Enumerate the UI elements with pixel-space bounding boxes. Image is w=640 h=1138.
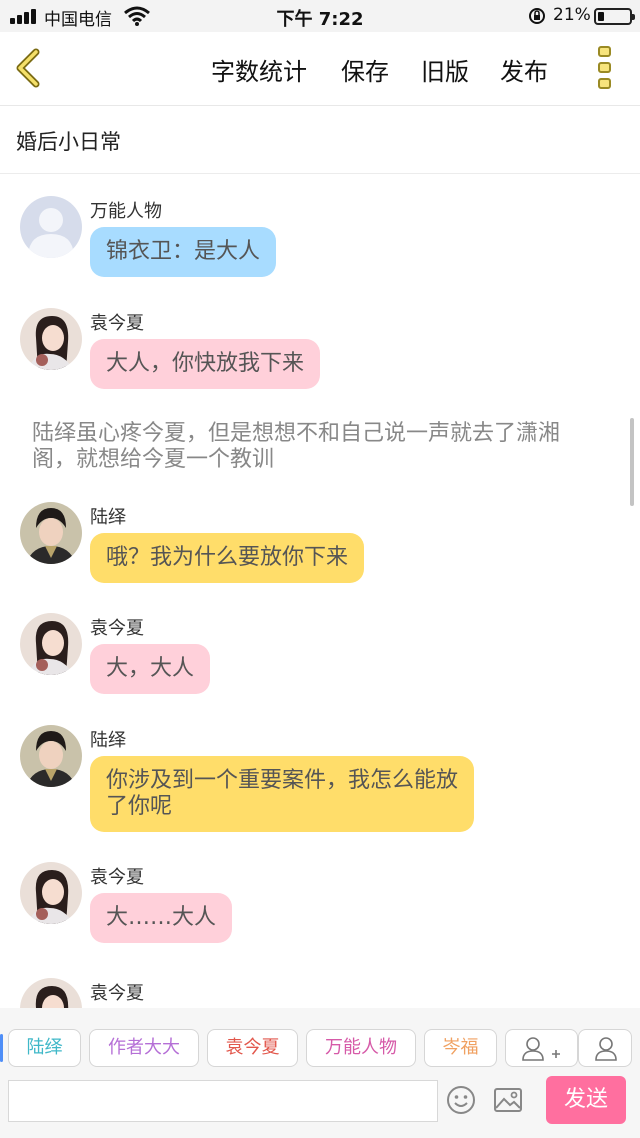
publish-button[interactable]: 发布 <box>500 52 548 87</box>
yuan-jinxia-avatar[interactable] <box>20 613 82 675</box>
send-button[interactable]: 发送 <box>546 1076 626 1124</box>
battery-level <box>598 12 604 21</box>
message-bubble[interactable]: 大，大人 <box>90 644 211 694</box>
sender-name: 袁今夏 <box>90 983 144 1004</box>
sender-name: 袁今夏 <box>90 618 144 639</box>
character-chip-universal[interactable]: 万能人物 <box>306 1029 416 1067</box>
lu-yi-avatar[interactable] <box>20 725 82 787</box>
message-bubble[interactable]: 锦衣卫：是大人 <box>90 227 277 277</box>
emoji-icon[interactable] <box>445 1084 477 1116</box>
story-title: 婚后小日常 <box>16 130 121 154</box>
yuan-jinxia-avatar[interactable] <box>20 978 82 1008</box>
chat-scrollbar[interactable] <box>630 418 634 506</box>
more-vertical-icon[interactable] <box>597 46 613 90</box>
chevron-left-icon[interactable] <box>10 46 50 90</box>
status-bar: 中国电信 下午 7:22 21% <box>0 0 640 32</box>
yuan-jinxia-avatar[interactable] <box>20 308 82 370</box>
narration-text[interactable]: 陆绎虽心疼今夏，但是想想不和自己说一声就去了潇湘阁，就想给今夏一个教训 <box>32 421 602 473</box>
top-nav-bar: 字数统计 保存 旧版 发布 <box>0 32 640 106</box>
message-bubble[interactable]: 你涉及到一个重要案件，我怎么能放了你呢 <box>90 756 474 832</box>
image-icon[interactable] <box>492 1084 524 1116</box>
sender-name: 陆绎 <box>90 730 126 751</box>
character-chip-author[interactable]: 作者大大 <box>89 1029 199 1067</box>
sender-name: 袁今夏 <box>90 313 144 334</box>
character-chip-yuan-jinxia[interactable]: 袁今夏 <box>207 1029 298 1067</box>
message-input[interactable] <box>8 1080 438 1122</box>
yuan-jinxia-avatar[interactable] <box>20 862 82 924</box>
composer-bar: 发送 <box>0 1074 640 1138</box>
message-bubble[interactable]: 哦？我为什么要放你下来 <box>90 533 365 583</box>
chat-area[interactable]: 万能人物 锦衣卫：是大人 袁今夏 大人，你快放我下来 陆绎虽心疼今夏，但是想想不… <box>0 174 640 1008</box>
sender-name: 陆绎 <box>90 507 126 528</box>
sender-name: 袁今夏 <box>90 867 144 888</box>
add-character-icon[interactable] <box>505 1029 578 1067</box>
sender-name: 万能人物 <box>90 201 162 222</box>
character-manage-icon[interactable] <box>578 1029 632 1067</box>
message-bubble[interactable]: 大……大人 <box>90 893 233 943</box>
battery-icon <box>594 8 635 25</box>
character-chip-lu-yi[interactable]: 陆绎 <box>8 1029 81 1067</box>
word-count-button[interactable]: 字数统计 <box>211 52 307 87</box>
story-title-row[interactable]: 婚后小日常 <box>0 106 640 174</box>
save-button[interactable]: 保存 <box>341 52 389 87</box>
character-chip-cen-fu[interactable]: 岑福 <box>424 1029 497 1067</box>
old-version-button[interactable]: 旧版 <box>421 52 469 87</box>
message-bubble[interactable]: 大人，你快放我下来 <box>90 339 321 389</box>
battery-percent: 21% <box>553 5 591 25</box>
lu-yi-avatar[interactable] <box>20 502 82 564</box>
rotation-lock-icon <box>529 8 545 24</box>
chip-scroll-indicator <box>0 1034 3 1062</box>
default-user-avatar[interactable] <box>20 196 82 258</box>
